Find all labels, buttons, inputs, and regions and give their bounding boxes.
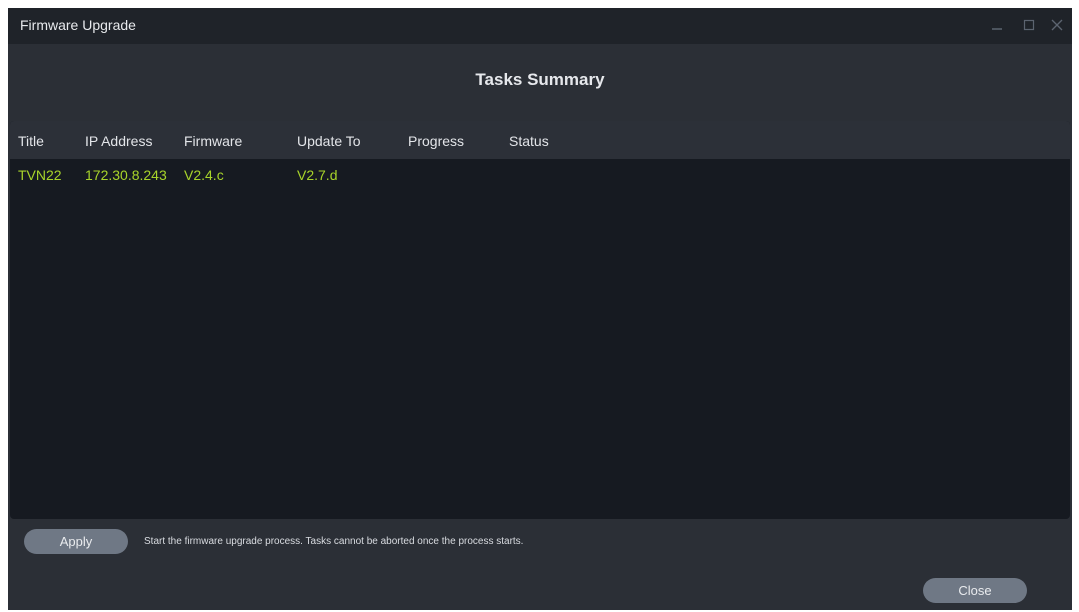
close-icon[interactable] <box>1050 18 1064 32</box>
minimize-icon[interactable] <box>990 18 1004 32</box>
column-header-firmware[interactable]: Firmware <box>184 133 242 149</box>
cell-title: TVN22 <box>18 167 62 183</box>
tasks-summary-heading: Tasks Summary <box>475 70 605 89</box>
maximize-icon[interactable] <box>1022 18 1036 32</box>
close-button[interactable]: Close <box>923 578 1027 603</box>
column-header-title[interactable]: Title <box>18 133 44 149</box>
title-bar[interactable]: Firmware Upgrade <box>8 8 1072 44</box>
table-row[interactable]: TVN22 172.30.8.243 V2.4.c V2.7.d <box>10 161 1070 187</box>
window-title: Firmware Upgrade <box>20 17 136 33</box>
column-header-status[interactable]: Status <box>509 133 549 149</box>
table-header: Title IP Address Firmware Update To Prog… <box>10 121 1070 159</box>
column-header-ip-address[interactable]: IP Address <box>85 133 152 149</box>
column-header-progress[interactable]: Progress <box>408 133 464 149</box>
tasks-table: Title IP Address Firmware Update To Prog… <box>10 121 1070 519</box>
cell-ip-address: 172.30.8.243 <box>85 167 167 183</box>
column-header-update-to[interactable]: Update To <box>297 133 361 149</box>
cell-update-to: V2.7.d <box>297 167 338 183</box>
apply-hint-text: Start the firmware upgrade process. Task… <box>144 536 524 547</box>
cell-firmware: V2.4.c <box>184 167 224 183</box>
firmware-upgrade-window: Firmware Upgrade Tasks Summary Title IP … <box>8 8 1072 610</box>
apply-button[interactable]: Apply <box>24 529 128 554</box>
